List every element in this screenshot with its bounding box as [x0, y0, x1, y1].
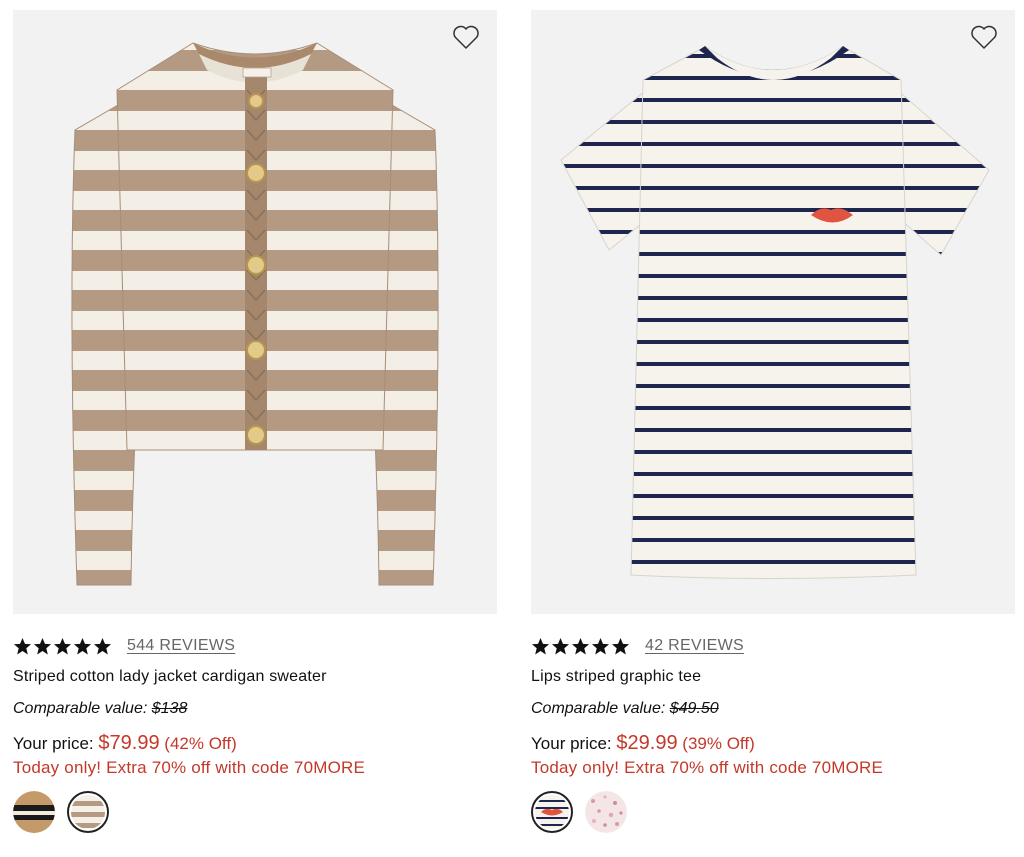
promo-text: Today only! Extra 70% off with code 70MO…	[13, 758, 366, 777]
star-rating	[13, 637, 112, 656]
comparable-label: Comparable value:	[531, 700, 666, 717]
your-price-label: Your price:	[531, 734, 612, 753]
comparable-price: $49.50	[669, 700, 719, 717]
swatch-image	[71, 795, 105, 829]
star-icon	[13, 637, 32, 654]
striped-cardigan-image	[71, 42, 439, 586]
price-row: Your price: $29.99 (39% Off)	[531, 731, 1015, 755]
heart-icon[interactable]	[452, 24, 480, 50]
product-name[interactable]: Lips striped graphic tee	[531, 665, 1015, 689]
comparable-value: Comparable value: $138	[13, 698, 497, 720]
product-name[interactable]: Striped cotton lady jacket cardigan swea…	[13, 665, 497, 689]
discount-percent: (42% Off)	[164, 734, 237, 753]
star-icon	[531, 637, 550, 654]
star-icon	[33, 637, 52, 654]
product-card[interactable]: 42 REVIEWS Lips striped graphic tee Comp…	[531, 10, 1015, 833]
pink-dot-swatch[interactable]	[585, 791, 627, 833]
promo-text: Today only! Extra 70% off with code 70MO…	[531, 758, 884, 777]
swatch-image	[535, 795, 569, 829]
lips-stripe-swatch[interactable]	[531, 791, 573, 833]
striped-tee-image	[560, 46, 990, 579]
comparable-label: Comparable value:	[13, 700, 148, 717]
sale-price: $79.99	[98, 732, 160, 754]
star-icon	[551, 637, 570, 654]
star-rating	[531, 637, 630, 656]
comparable-value: Comparable value: $49.50	[531, 698, 1015, 720]
star-icon	[53, 637, 72, 654]
star-icon	[93, 637, 112, 654]
color-swatches	[13, 791, 497, 833]
star-icon	[571, 637, 590, 654]
product-image[interactable]	[531, 10, 1015, 614]
comparable-price: $138	[151, 700, 188, 717]
product-image[interactable]	[13, 10, 497, 614]
swatch-image	[13, 791, 55, 833]
reviews-link[interactable]: 544 REVIEWS	[127, 637, 235, 655]
star-icon	[611, 637, 630, 654]
sale-price: $29.99	[616, 732, 678, 754]
rating-row: 42 REVIEWS	[531, 633, 1015, 659]
color-swatches	[531, 791, 1015, 833]
tan-ivory-stripe-swatch[interactable]	[67, 791, 109, 833]
star-icon	[591, 637, 610, 654]
price-row: Your price: $79.99 (42% Off)	[13, 731, 497, 755]
star-icon	[73, 637, 92, 654]
your-price-label: Your price:	[13, 734, 94, 753]
tan-black-stripe-swatch[interactable]	[13, 791, 55, 833]
discount-percent: (39% Off)	[682, 734, 755, 753]
rating-row: 544 REVIEWS	[13, 633, 497, 659]
reviews-link[interactable]: 42 REVIEWS	[645, 637, 744, 655]
product-card[interactable]: 544 REVIEWS Striped cotton lady jacket c…	[13, 10, 497, 833]
heart-icon[interactable]	[970, 24, 998, 50]
swatch-image	[585, 791, 627, 833]
